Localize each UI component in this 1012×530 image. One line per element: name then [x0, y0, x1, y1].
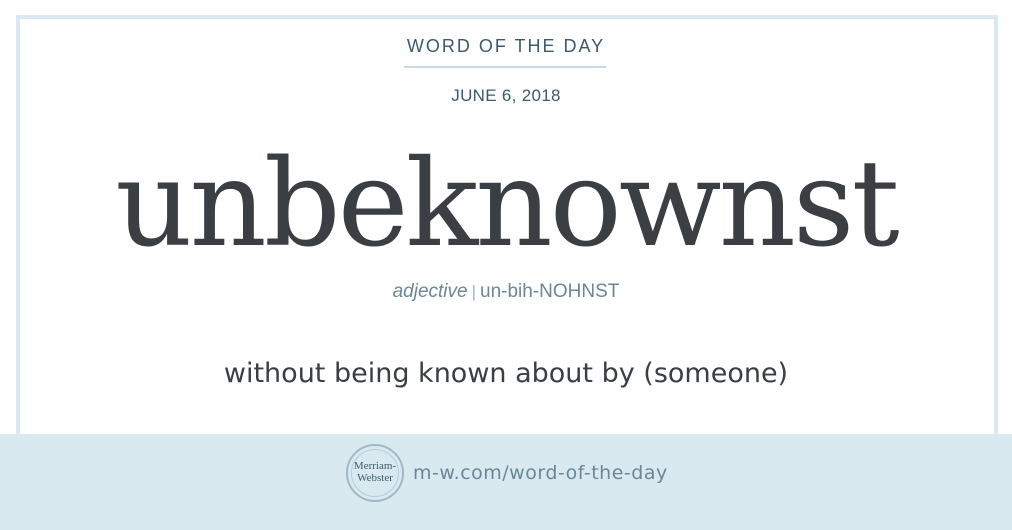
part-of-speech: adjective [392, 281, 468, 302]
title-underline [404, 66, 606, 68]
date-label: JUNE 6, 2018 [451, 86, 561, 105]
word-of-the-day-card: WORD OF THE DAY JUNE 6, 2018 unbeknownst… [0, 0, 1012, 530]
separator: | [471, 282, 477, 301]
section-title: WORD OF THE DAY [406, 36, 606, 56]
headword: unbeknownst [115, 135, 899, 274]
definition: without being known about by (someone) [223, 358, 789, 389]
pronunciation: un-bih-NOHNST [480, 281, 620, 302]
pronunciation-line: adjective | un-bih-NOHNST [0, 281, 1012, 303]
logo-text: Merriam- Webster [353, 460, 397, 484]
site-url-link[interactable]: m-w.com/word-of-the-day [413, 462, 668, 484]
merriam-webster-logo[interactable]: Merriam- Webster [346, 444, 404, 502]
